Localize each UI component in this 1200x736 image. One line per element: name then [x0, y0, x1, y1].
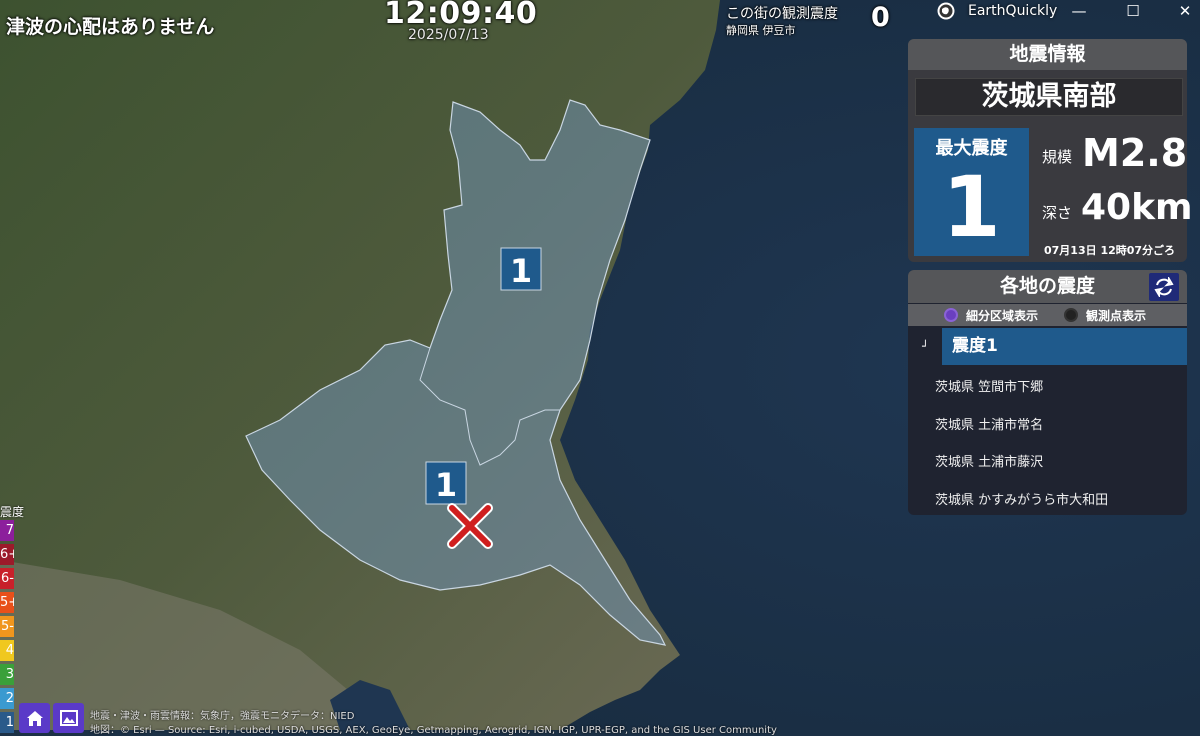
intensity-scale-5minus: 5- — [0, 616, 14, 637]
max-intensity-label: 最大震度 — [935, 138, 1008, 159]
magnitude-value: M2.8 — [1082, 131, 1188, 175]
max-intensity-value: 1 — [942, 158, 1001, 256]
marker-north-label: 1 — [510, 252, 532, 290]
image-icon — [59, 710, 78, 726]
intensity-list-header: 各地の震度 — [908, 270, 1187, 303]
location-item[interactable]: 茨城県 かすみがうら市大和田 — [935, 489, 1108, 508]
swap-icon — [1154, 277, 1174, 297]
minimize-button[interactable]: — — [1064, 0, 1094, 22]
earthquake-info-header: 地震情報 — [908, 39, 1187, 70]
earthquake-time: 07月13日 12時07分ごろ — [1044, 244, 1176, 257]
intensity-scale-2: 2 — [0, 688, 14, 709]
local-intensity-value: 0 — [871, 2, 890, 33]
title-bar: EarthQuickly — ☐ ✕ — [934, 0, 1200, 22]
max-intensity-box: 最大震度 1 — [914, 128, 1029, 256]
intensity-scale-3: 3 — [0, 664, 14, 685]
collapse-marker-icon[interactable]: ┘ — [922, 340, 929, 353]
intensity-list-panel: 各地の震度 細分区域表示 観測点表示 ┘ 震度1 茨城県 笠間市下郷 茨城県 土… — [908, 270, 1187, 515]
radio-area-label[interactable]: 細分区域表示 — [966, 307, 1038, 324]
intensity-scale-5plus: 5+ — [0, 592, 14, 613]
earthquake-info-panel: 地震情報 茨城県南部 最大震度 1 規模 M2.8 深さ 40km 07月13日… — [908, 39, 1193, 262]
map-credit: 地図：© Esri — Source: Esri, i-cubed, USDA,… — [90, 725, 777, 736]
app-name: EarthQuickly — [968, 3, 1058, 19]
app-logo-icon — [937, 2, 955, 20]
image-button[interactable] — [53, 703, 84, 733]
local-intensity-label: この街の観測震度 — [726, 6, 838, 22]
intensity-scale-6plus: 6+ — [0, 544, 14, 565]
location-item[interactable]: 茨城県 土浦市藤沢 — [935, 451, 1043, 470]
intensity-scale-6minus: 6- — [0, 568, 14, 589]
radio-area-mode[interactable] — [944, 308, 958, 322]
marker-south-label: 1 — [435, 466, 457, 504]
magnitude-label: 規模 — [1042, 148, 1073, 166]
intensity-scale-7: 7 — [0, 520, 14, 541]
swap-view-button[interactable] — [1149, 273, 1179, 301]
maximize-button[interactable]: ☐ — [1118, 0, 1148, 22]
local-intensity-place: 静岡県 伊豆市 — [726, 24, 796, 37]
depth-label: 深さ — [1042, 204, 1073, 222]
location-item[interactable]: 茨城県 土浦市常名 — [935, 414, 1043, 433]
intensity-scale-title: 震度 — [0, 505, 25, 519]
radio-point-mode[interactable] — [1064, 308, 1078, 322]
radio-point-label[interactable]: 観測点表示 — [1086, 307, 1146, 324]
location-item[interactable]: 茨城県 笠間市下郷 — [935, 376, 1043, 395]
home-icon — [26, 711, 43, 726]
epicenter-region: 茨城県南部 — [915, 78, 1183, 116]
data-credit: 地震・津波・雨雲情報：気象庁，強震モニタデータ：NIED — [90, 711, 355, 722]
current-date: 2025/07/13 — [408, 27, 489, 43]
depth-value: 40km — [1081, 187, 1193, 228]
display-mode-options: 細分区域表示 観測点表示 — [908, 304, 1187, 326]
intensity-scale-4: 4 — [0, 640, 14, 661]
intensity-group-header[interactable]: 震度1 — [942, 328, 1187, 365]
close-button[interactable]: ✕ — [1170, 0, 1200, 22]
home-button[interactable] — [19, 703, 50, 733]
intensity-marker-north[interactable]: 1 — [500, 247, 542, 291]
intensity-marker-south[interactable]: 1 — [425, 461, 467, 505]
tsunami-status: 津波の心配はありません — [6, 16, 215, 38]
